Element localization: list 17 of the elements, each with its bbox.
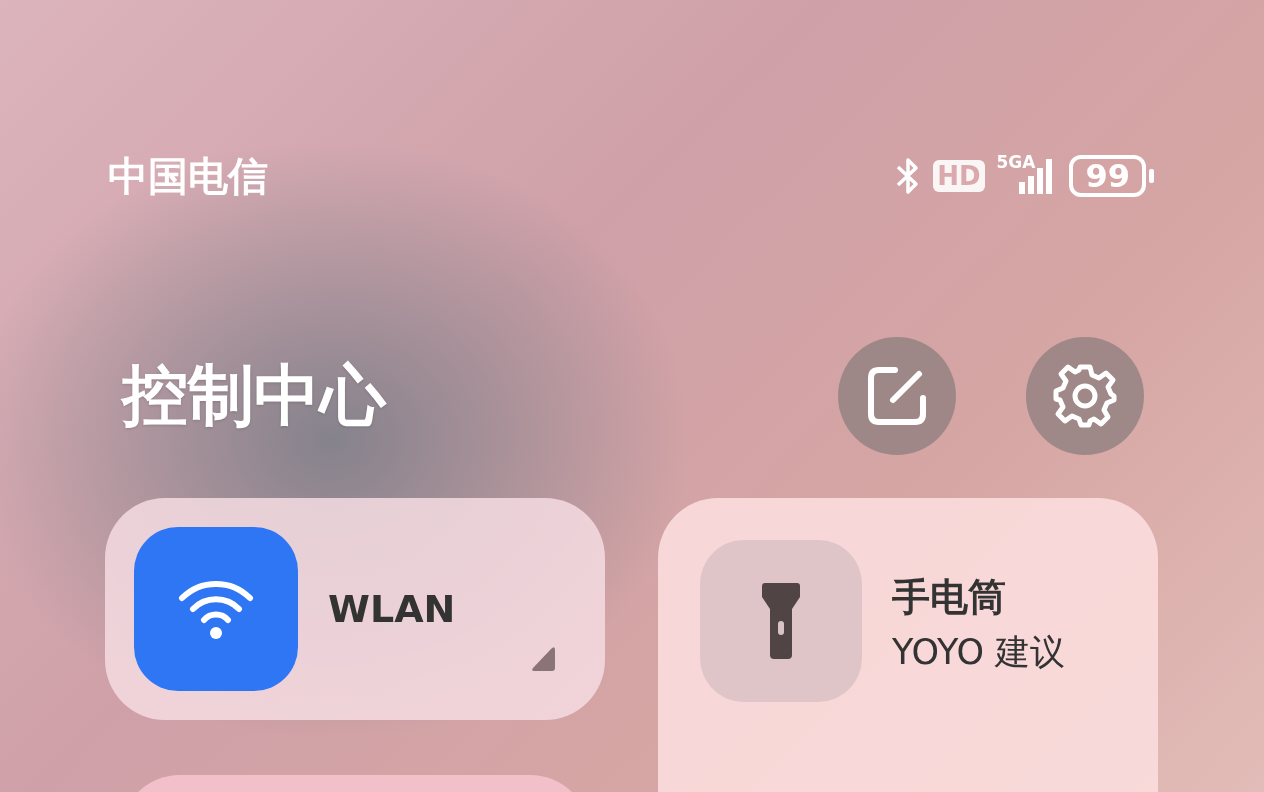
- toggle-button[interactable]: [134, 527, 298, 691]
- panel-title: 控制中心: [122, 356, 386, 436]
- wlan-tile[interactable]: WLAN: [105, 498, 605, 720]
- hd-badge: HD: [933, 160, 985, 192]
- tile-label: 手电筒: [892, 574, 1007, 621]
- toggle-button[interactable]: [700, 540, 862, 702]
- network-type: 5GA: [996, 152, 1036, 172]
- settings-icon: [1052, 363, 1118, 429]
- tile-subtitle: YOYO 建议: [892, 631, 1066, 674]
- carrier-name: 中国电信: [108, 151, 268, 201]
- flashlight-tile[interactable]: 手电筒 YOYO 建议: [658, 498, 1158, 792]
- edit-icon: [865, 364, 929, 428]
- flashlight-icon: [762, 583, 800, 659]
- wifi-icon: [178, 578, 254, 640]
- expand-corner-icon[interactable]: [531, 646, 557, 672]
- battery-indicator: 99: [1069, 155, 1154, 197]
- tile-label: WLAN: [328, 587, 456, 631]
